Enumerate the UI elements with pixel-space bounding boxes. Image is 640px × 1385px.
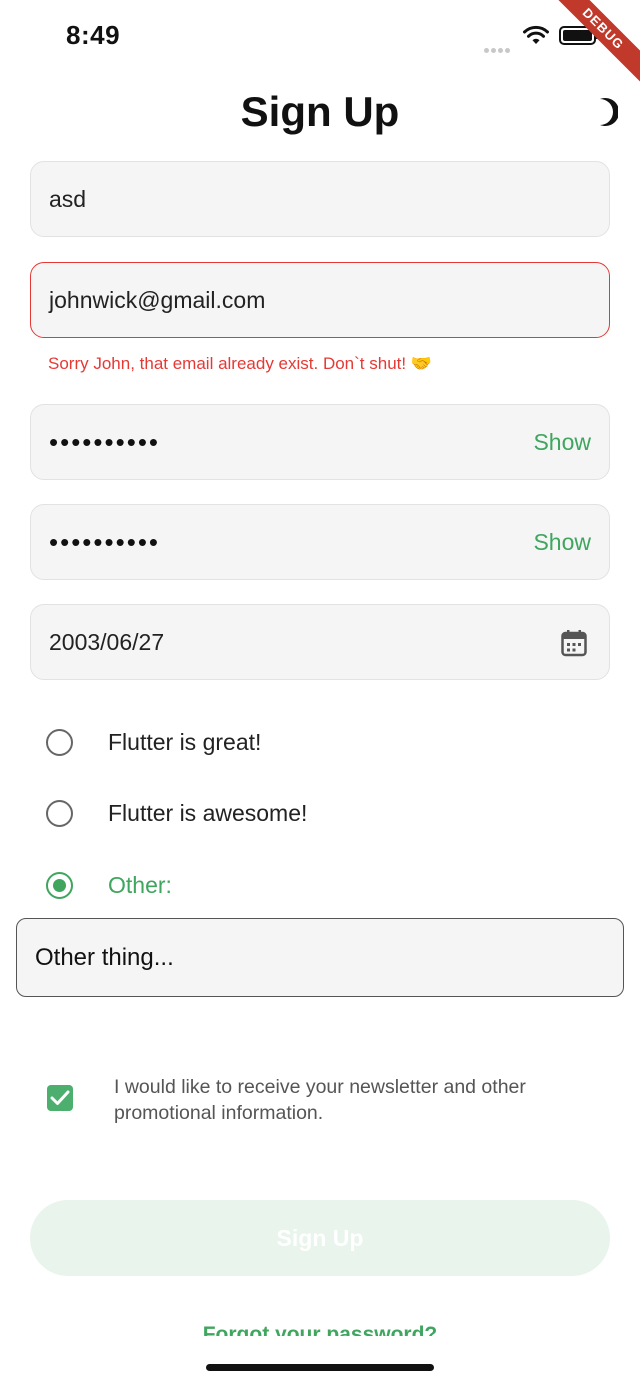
radio-button[interactable] <box>46 800 73 827</box>
email-value: johnwick@gmail.com <box>49 287 266 313</box>
birthdate-value: 2003/06/27 <box>49 629 165 655</box>
confirm-password-field[interactable]: •••••••••• Show <box>30 504 610 580</box>
email-field[interactable]: johnwick@gmail.com <box>30 262 610 338</box>
radio-label: Flutter is great! <box>108 729 262 755</box>
status-time: 8:49 <box>66 20 121 50</box>
confirm-password-show-button[interactable]: Show <box>533 505 591 579</box>
radio-button-selected[interactable] <box>46 872 73 899</box>
confirm-password-value: •••••••••• <box>49 527 161 557</box>
moon-icon[interactable] <box>592 97 618 127</box>
sign-up-button[interactable]: Sign Up <box>30 1200 610 1276</box>
password-value: •••••••••• <box>49 427 161 457</box>
other-text-value: Other thing... <box>35 944 174 971</box>
name-value: asd <box>49 186 87 212</box>
cellular-signal-icon <box>484 40 512 58</box>
page-title: Sign Up <box>240 88 400 135</box>
newsletter-label: I would like to receive your newsletter … <box>114 1076 526 1124</box>
newsletter-checkbox[interactable] <box>47 1085 73 1111</box>
birthdate-field[interactable]: 2003/06/27 <box>30 604 610 680</box>
radio-button[interactable] <box>46 729 73 756</box>
forgot-password-link[interactable]: Forgot your password? <box>0 1322 640 1336</box>
calendar-icon[interactable] <box>561 629 587 657</box>
radio-label: Other: <box>108 872 172 898</box>
password-field[interactable]: •••••••••• Show <box>30 404 610 480</box>
email-error-message: Sorry John, that email already exist. Do… <box>48 354 432 373</box>
wifi-icon <box>523 25 549 44</box>
password-show-button[interactable]: Show <box>533 405 591 479</box>
home-indicator <box>206 1364 434 1371</box>
radio-label: Flutter is awesome! <box>108 800 308 826</box>
other-text-field[interactable]: Other thing... <box>16 918 624 997</box>
checkmark-icon <box>50 1090 70 1105</box>
name-field[interactable]: asd <box>30 161 610 237</box>
